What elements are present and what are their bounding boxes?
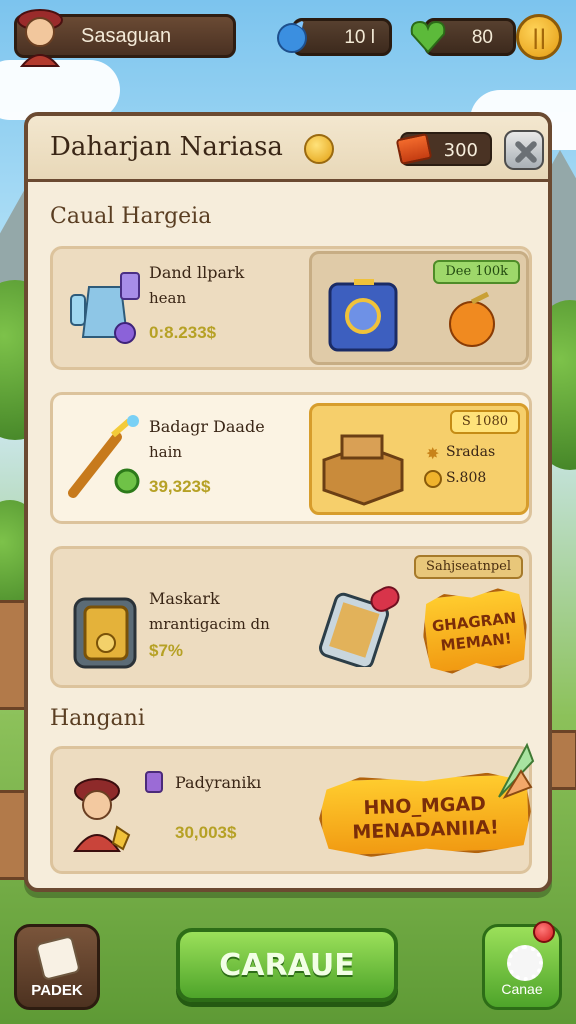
shop-card-2[interactable]: Badagr Daade hain 39,323$ S 1080 ✸ Srada… xyxy=(50,392,532,524)
top-hud: Sasaguan 10 l 80 xyxy=(0,6,576,67)
map-phone-icon xyxy=(319,586,400,667)
wooden-crate-icon xyxy=(322,434,404,506)
card-1-title: Dand llpark xyxy=(149,263,245,282)
card-1-subtitle: hean xyxy=(149,289,187,307)
dice-icon xyxy=(34,934,82,982)
shop-card-1[interactable]: Dand llpark hean 0:8.233$ Dee 100k xyxy=(50,246,532,370)
orange-fruit-icon xyxy=(449,291,495,347)
gear-icon xyxy=(507,945,543,981)
card-1-reward-box: Dee 100k xyxy=(309,251,529,365)
close-button[interactable] xyxy=(504,130,544,170)
ticket-counter: 300 xyxy=(395,132,492,166)
crystal-shard-icon xyxy=(498,742,535,799)
continue-button[interactable]: CARAUE xyxy=(176,928,398,1002)
player-avatar-icon[interactable] xyxy=(12,6,68,68)
card-3-tag: Sahjseatnpel xyxy=(414,555,523,579)
golden-backpack-icon xyxy=(73,597,137,669)
notification-dot-icon xyxy=(533,921,555,943)
pack-button-label: PADEK xyxy=(31,982,83,999)
card-3-subtitle: mrantigacim dn xyxy=(149,615,270,633)
treasure-chest-icon xyxy=(328,279,398,352)
shop-panel: Daharjan Nariasa 300 Caual Hargeia Dand … xyxy=(24,112,552,892)
settings-button[interactable]: Canae xyxy=(482,921,562,1010)
pack-button[interactable]: PADEK xyxy=(14,924,100,1010)
player-name: Sasaguan xyxy=(81,25,172,47)
card-2-reward-1: Sradas xyxy=(446,444,496,460)
shop-card-3[interactable]: Maskark mrantigacim dn $7% Sahjseatnpel … xyxy=(50,546,532,688)
sparkle-icon: ✸ xyxy=(426,444,440,463)
character-portrait-icon xyxy=(73,778,131,852)
purple-badge-icon xyxy=(145,771,163,793)
section-title-second: Hangani xyxy=(50,706,145,731)
section-title-first: Caual Hargeia xyxy=(50,204,212,229)
card-4-title: Padyranikı xyxy=(175,773,262,792)
card-1-tag: Dee 100k xyxy=(433,260,520,284)
coin-shop-button[interactable] xyxy=(516,14,562,60)
card-3-price: $7% xyxy=(149,641,184,660)
blue-gem-icon xyxy=(277,20,307,53)
heart-count: 80 xyxy=(471,27,493,48)
panel-header: Daharjan Nariasa 300 xyxy=(28,116,548,182)
gem-count: 10 l xyxy=(344,27,375,48)
coin-icon xyxy=(304,134,334,164)
green-heart-icon xyxy=(410,20,446,54)
torch-wand-icon xyxy=(68,415,140,498)
ticket-count: 300 xyxy=(443,140,478,161)
settings-button-label: Canae xyxy=(501,981,543,997)
potion-flask-icon xyxy=(70,272,140,344)
card-2-subtitle: hain xyxy=(149,443,183,461)
card-2-reward-box: S 1080 ✸ Sradas S.808 xyxy=(309,403,529,515)
card-2-price: 39,323$ xyxy=(149,477,211,496)
shop-card-4[interactable]: Padyranikı 30,003$ HNO_MGAD MENADANIIA! xyxy=(50,742,535,874)
card-4-price: 30,003$ xyxy=(175,823,237,842)
card-1-price: 0:8.233$ xyxy=(149,323,217,342)
card-2-title: Badagr Daade xyxy=(149,417,265,436)
ticket-icon xyxy=(395,132,433,166)
card-2-tag: S 1080 xyxy=(449,410,520,434)
continue-button-label: CARAUE xyxy=(219,948,355,983)
card-3-banner: GHAGRAN MEMAN! xyxy=(419,586,531,676)
gold-coin-icon xyxy=(424,470,442,488)
card-3-title: Maskark xyxy=(149,589,220,608)
panel-title: Daharjan Nariasa xyxy=(50,132,283,162)
card-2-reward-2: S.808 xyxy=(446,470,487,486)
